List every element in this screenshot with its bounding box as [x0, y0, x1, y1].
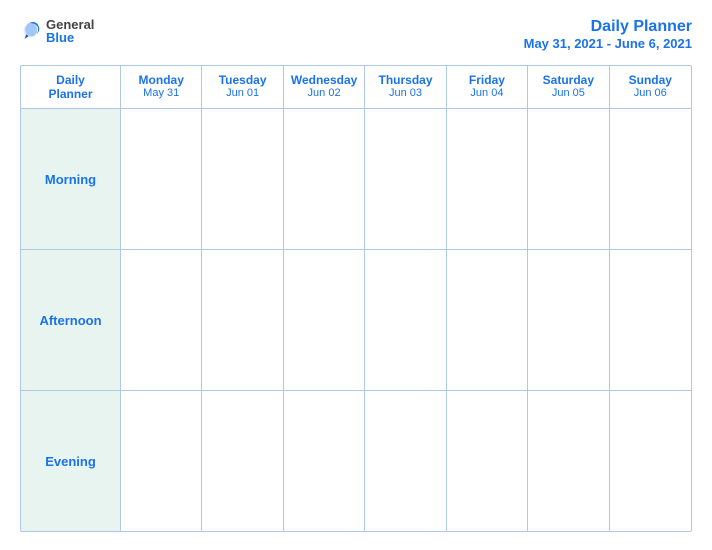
cell-evening-friday[interactable] [447, 391, 528, 531]
row-label-morning: Morning [21, 109, 121, 249]
cell-afternoon-saturday[interactable] [528, 250, 609, 390]
cell-afternoon-friday[interactable] [447, 250, 528, 390]
header-cell-thursday: Thursday Jun 03 [365, 66, 446, 109]
cell-evening-saturday[interactable] [528, 391, 609, 531]
logo-blue: Blue [46, 31, 94, 44]
header-right: Daily Planner May 31, 2021 - June 6, 202… [524, 18, 692, 51]
date-range: May 31, 2021 - June 6, 2021 [524, 36, 692, 51]
calendar: DailyPlanner Monday May 31 Tuesday Jun 0… [20, 65, 692, 532]
header-daily-planner: DailyPlanner [25, 73, 116, 101]
page: General Blue Daily Planner May 31, 2021 … [0, 0, 712, 550]
header-cell-wednesday: Wednesday Jun 02 [284, 66, 365, 109]
row-label-evening: Evening [21, 391, 121, 531]
cell-afternoon-monday[interactable] [121, 250, 202, 390]
cell-morning-thursday[interactable] [365, 109, 446, 249]
calendar-body: Morning Afternoon [21, 109, 691, 531]
cell-morning-sunday[interactable] [610, 109, 691, 249]
cell-evening-tuesday[interactable] [202, 391, 283, 531]
cell-evening-monday[interactable] [121, 391, 202, 531]
cell-morning-monday[interactable] [121, 109, 202, 249]
logo-bird-icon [20, 20, 42, 42]
header: General Blue Daily Planner May 31, 2021 … [20, 18, 692, 51]
page-title: Daily Planner [524, 18, 692, 36]
cell-afternoon-sunday[interactable] [610, 250, 691, 390]
calendar-header-row: DailyPlanner Monday May 31 Tuesday Jun 0… [21, 66, 691, 109]
header-cell-label: DailyPlanner [21, 66, 121, 109]
header-cell-sunday: Sunday Jun 06 [610, 66, 691, 109]
row-morning: Morning [21, 109, 691, 250]
cell-evening-wednesday[interactable] [284, 391, 365, 531]
row-afternoon: Afternoon [21, 250, 691, 391]
cell-afternoon-thursday[interactable] [365, 250, 446, 390]
logo: General Blue [20, 18, 94, 44]
cell-evening-thursday[interactable] [365, 391, 446, 531]
cell-morning-wednesday[interactable] [284, 109, 365, 249]
row-evening: Evening [21, 391, 691, 531]
header-cell-saturday: Saturday Jun 05 [528, 66, 609, 109]
header-cell-friday: Friday Jun 04 [447, 66, 528, 109]
cell-morning-tuesday[interactable] [202, 109, 283, 249]
header-cell-monday: Monday May 31 [121, 66, 202, 109]
cell-afternoon-wednesday[interactable] [284, 250, 365, 390]
row-label-afternoon: Afternoon [21, 250, 121, 390]
cell-afternoon-tuesday[interactable] [202, 250, 283, 390]
cell-evening-sunday[interactable] [610, 391, 691, 531]
logo-text: General Blue [46, 18, 94, 44]
cell-morning-friday[interactable] [447, 109, 528, 249]
cell-morning-saturday[interactable] [528, 109, 609, 249]
header-cell-tuesday: Tuesday Jun 01 [202, 66, 283, 109]
